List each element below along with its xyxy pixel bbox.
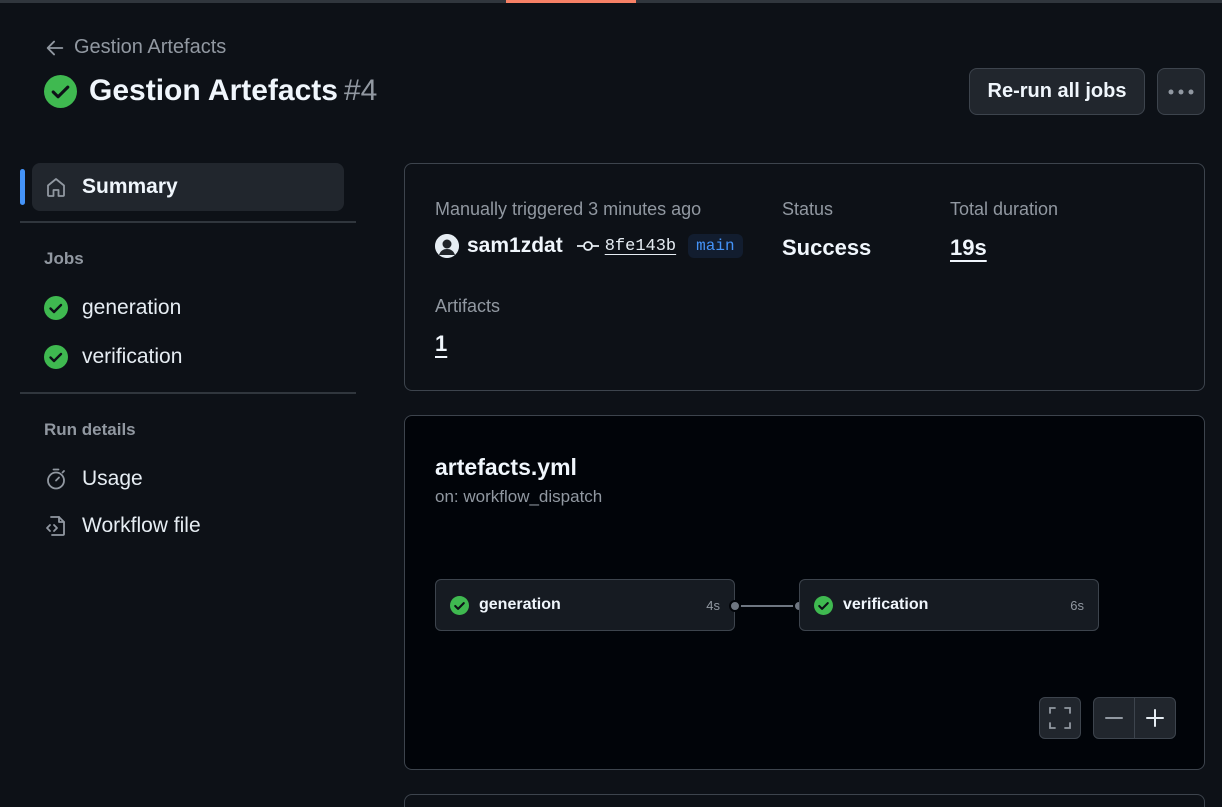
- user-avatar-icon: [435, 234, 459, 258]
- sidebar-item-label: Usage: [82, 467, 143, 490]
- workflow-graph-card: artefacts.yml on: workflow_dispatch gene…: [404, 415, 1205, 770]
- back-link-label: Gestion Artefacts: [74, 36, 227, 58]
- trigger-text: Manually triggered 3 minutes ago: [435, 199, 702, 219]
- sidebar-item-label: Summary: [82, 175, 178, 198]
- artifacts-count-link[interactable]: 1: [435, 331, 447, 357]
- job-node-generation[interactable]: generation 4s: [435, 579, 735, 631]
- status-value: Success: [782, 235, 872, 260]
- connector-dot: [729, 600, 741, 612]
- job-connector: [735, 605, 799, 607]
- stopwatch-icon: [47, 468, 65, 490]
- page-title: Gestion Artefacts #4: [89, 74, 378, 107]
- sidebar-item-job-generation[interactable]: generation: [32, 284, 344, 332]
- check-circle-icon: [44, 296, 68, 320]
- workflow-trigger: on: workflow_dispatch: [435, 487, 603, 506]
- sidebar-divider: [20, 221, 356, 223]
- duration-value-link[interactable]: 19s: [950, 235, 987, 261]
- job-node-verification[interactable]: verification 6s: [799, 579, 1099, 631]
- actor-row: sam1zdat 8fe143b main: [435, 234, 743, 258]
- duration-label: Total duration: [950, 199, 1059, 219]
- sidebar-item-workflow-file[interactable]: Workflow file: [32, 502, 344, 550]
- kebab-horizontal-icon: [1168, 89, 1194, 94]
- sidebar-active-indicator: [20, 169, 25, 205]
- jobs-heading: Jobs: [44, 249, 84, 268]
- job-node-duration: 4s: [706, 597, 720, 613]
- sidebar-item-label: generation: [82, 296, 182, 319]
- check-circle-icon: [814, 595, 833, 615]
- sidebar-divider: [20, 392, 356, 394]
- back-link[interactable]: Gestion Artefacts: [44, 36, 226, 59]
- run-number: #4: [343, 74, 378, 107]
- commit-info: 8fe143b: [576, 237, 676, 256]
- branch-label[interactable]: main: [688, 234, 743, 258]
- sidebar-item-job-verification[interactable]: verification: [32, 333, 344, 381]
- artifacts-label: Artifacts: [435, 296, 501, 316]
- next-section-card: [404, 794, 1205, 807]
- fullscreen-icon: [1049, 707, 1071, 729]
- active-tab-indicator: [506, 0, 636, 3]
- run-summary-card: Manually triggered 3 minutes ago sam1zda…: [404, 163, 1205, 391]
- zoom-in-button[interactable]: [1134, 697, 1176, 739]
- arrow-left-icon: [46, 40, 64, 55]
- check-circle-icon: [44, 345, 68, 369]
- plus-icon: [1146, 709, 1164, 727]
- more-options-button[interactable]: [1157, 68, 1205, 115]
- actor-name[interactable]: sam1zdat: [467, 234, 563, 258]
- zoom-out-button[interactable]: [1093, 697, 1135, 739]
- job-node-name: generation: [479, 596, 561, 613]
- status-label: Status: [782, 199, 834, 219]
- sidebar-item-usage[interactable]: Usage: [32, 455, 344, 503]
- job-node-duration: 6s: [1070, 597, 1084, 613]
- sidebar-item-summary[interactable]: Summary: [32, 163, 344, 211]
- avatar[interactable]: [435, 234, 459, 258]
- job-node-name: verification: [843, 596, 929, 613]
- file-code-icon: [46, 516, 65, 536]
- sidebar-item-label: Workflow file: [82, 514, 201, 537]
- page-title-row: Gestion Artefacts #4: [44, 74, 377, 108]
- git-commit-icon: [576, 241, 599, 251]
- check-circle-icon: [44, 74, 77, 108]
- workflow-file-name: artefacts.yml: [435, 454, 577, 480]
- rerun-all-jobs-button[interactable]: Re-run all jobs: [969, 68, 1145, 115]
- fullscreen-button[interactable]: [1039, 697, 1081, 739]
- commit-sha-link[interactable]: 8fe143b: [605, 237, 676, 256]
- sidebar-item-label: verification: [82, 345, 183, 368]
- check-circle-icon: [450, 595, 469, 615]
- home-icon: [47, 178, 65, 197]
- run-details-heading: Run details: [44, 420, 136, 439]
- minus-icon: [1105, 717, 1123, 719]
